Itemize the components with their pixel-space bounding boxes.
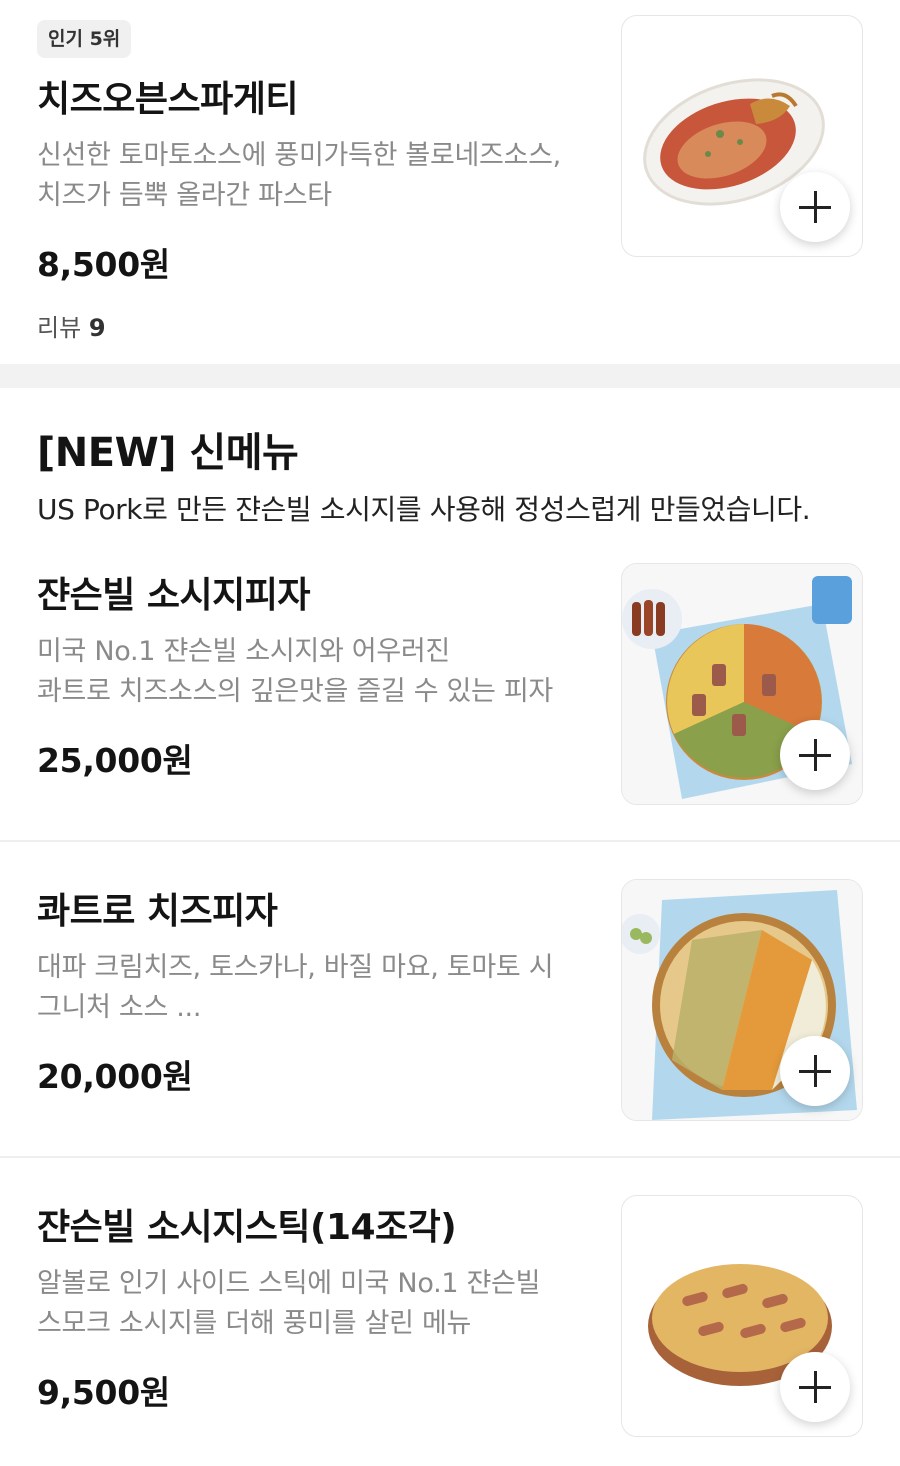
description-line: 치즈가 듬뿍 올라간 파스타 [37,180,332,211]
add-to-cart-button[interactable] [780,720,850,790]
add-to-cart-button[interactable] [780,172,850,242]
menu-item-image[interactable] [621,563,863,805]
review-count: 리뷰 9 [37,308,607,343]
description-line: 그니처 소스 ... [37,992,202,1023]
menu-item-price: 25,000원 [37,741,193,780]
menu-item-price: 20,000원 [37,1057,193,1096]
menu-item-quattro-cheese-pizza[interactable]: 콰트로 치즈피자 대파 크림치즈, 토스카나, 바질 마요, 토마토 시 그니처… [0,842,900,1156]
menu-item-image[interactable] [621,879,863,1121]
menu-item-image[interactable] [621,1195,863,1437]
menu-item-description: 알볼로 인기 사이드 스틱에 미국 No.1 쟌슨빌 스모크 소시지를 더해 풍… [37,1264,607,1344]
menu-item-name: 콰트로 치즈피자 [37,891,278,932]
description-line: 알볼로 인기 사이드 스틱에 미국 No.1 쟌슨빌 [37,1268,541,1299]
description-line: 대파 크림치즈, 토스카나, 바질 마요, 토마토 시 [37,952,554,983]
section-title: [NEW] 신메뉴 [37,430,299,476]
menu-item-cheese-oven-spaghetti[interactable]: 인기 5위 치즈오븐스파게티 신선한 토마토소스에 풍미가득한 볼로네즈소스, … [0,0,900,364]
menu-item-description: 신선한 토마토소스에 풍미가득한 볼로네즈소스, 치즈가 듬뿍 올라간 파스타 [37,136,607,216]
menu-item-johnsonville-sausage-pizza[interactable]: 쟌슨빌 소시지피자 미국 No.1 쟌슨빌 소시지와 어우러진 콰트로 치즈소스… [0,548,900,840]
review-number: 9 [88,314,106,342]
menu-item-image[interactable] [621,15,863,257]
description-line: 미국 No.1 쟌슨빌 소시지와 어우러진 [37,636,450,667]
menu-item-price: 8,500원 [37,245,170,284]
description-line: 콰트로 치즈소스의 깊은맛을 즐길 수 있는 피자 [37,676,553,707]
add-to-cart-button[interactable] [780,1036,850,1106]
description-line: 신선한 토마토소스에 풍미가득한 볼로네즈소스, [37,140,561,171]
add-to-cart-button[interactable] [780,1352,850,1422]
menu-item-description: 대파 크림치즈, 토스카나, 바질 마요, 토마토 시 그니처 소스 ... [37,948,607,1028]
section-description: US Pork로 만든 쟌슨빌 소시지를 사용해 정성스럽게 만들었습니다. [37,493,811,526]
menu-item-name: 쟌슨빌 소시지피자 [37,575,311,616]
menu-item-name: 쟌슨빌 소시지스틱(14조각) [37,1207,457,1248]
description-line: 스모크 소시지를 더해 풍미를 살린 메뉴 [37,1308,472,1339]
review-label: 리뷰 [37,314,82,342]
menu-item-name: 치즈오븐스파게티 [37,79,298,120]
section-divider [0,364,900,388]
menu-item-johnsonville-sausage-stick[interactable]: 쟌슨빌 소시지스틱(14조각) 알볼로 인기 사이드 스틱에 미국 No.1 쟌… [0,1158,900,1466]
menu-item-description: 미국 No.1 쟌슨빌 소시지와 어우러진 콰트로 치즈소스의 깊은맛을 즐길 … [37,632,607,712]
popularity-badge: 인기 5위 [37,20,132,58]
menu-item-price: 9,500원 [37,1373,170,1412]
